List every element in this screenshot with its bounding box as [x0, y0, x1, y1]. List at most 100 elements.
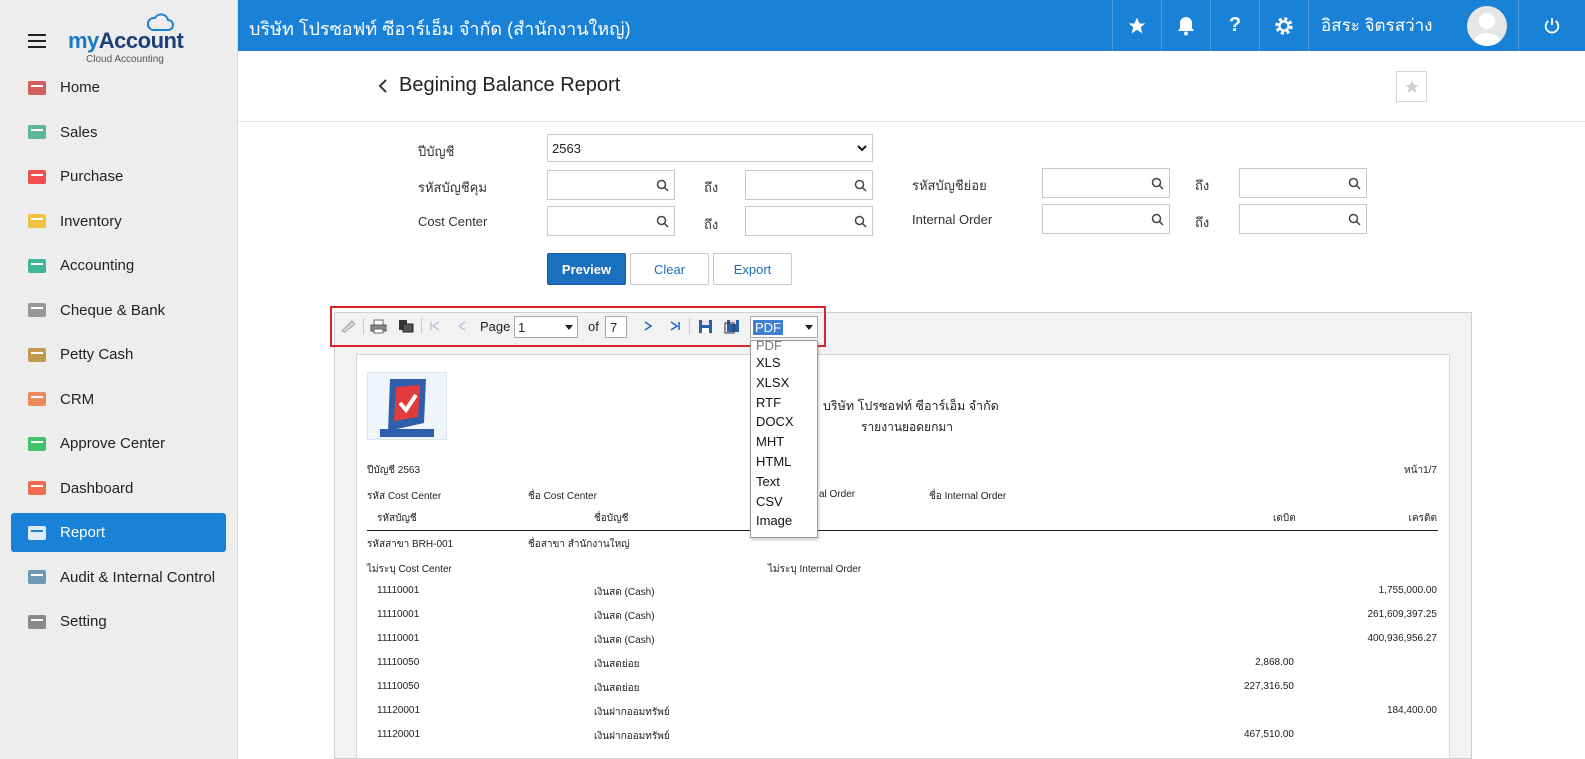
- search-icon: [854, 215, 867, 228]
- sidebar-item-purchase[interactable]: Purchase: [11, 157, 226, 196]
- row-account-code: 11120001: [377, 729, 421, 740]
- row-account-name: เงินสดย่อย: [594, 683, 640, 694]
- logout-button[interactable]: [1518, 0, 1585, 51]
- col-account-code: รหัสบัญชี: [377, 513, 417, 524]
- search-icon: [1151, 177, 1164, 190]
- sidebar-item-sales[interactable]: Sales: [11, 113, 226, 152]
- format-option-mht[interactable]: MHT: [751, 432, 817, 452]
- sidebar-item-label: Approve Center: [60, 435, 166, 452]
- sidebar-item-label: Accounting: [60, 257, 135, 274]
- sidebar-item-dashboard[interactable]: Dashboard: [11, 469, 226, 508]
- box-icon: [25, 210, 49, 232]
- format-option-html[interactable]: HTML: [751, 452, 817, 472]
- row-account-code: 11110050: [377, 681, 420, 692]
- fiscal-year-value: 2563: [552, 141, 581, 156]
- chevron-down-icon: [857, 145, 867, 152]
- sidebar: myAccount Cloud Accounting Home Sales Purc…: [0, 0, 238, 759]
- sidebar-item-label: Petty Cash: [60, 346, 134, 363]
- help-button[interactable]: ?: [1210, 0, 1259, 51]
- col-cc-name: ชื่อ Cost Center: [528, 491, 597, 502]
- report-company: บริษัท โปรซอฟท์ ซีอาร์เอ็ม จำกัด: [823, 399, 999, 413]
- export-format-dropdown: PDF XLS XLSX RTF DOCX MHT HTML Text CSV Image: [750, 339, 818, 538]
- clear-button[interactable]: Clear: [630, 253, 709, 285]
- row-account-name: เงินสด (Cash): [594, 587, 655, 598]
- format-option-xlsx[interactable]: XLSX: [751, 373, 817, 393]
- row-account-code: 11110050: [377, 657, 420, 668]
- fiscal-year-label: ปีบัญชี: [418, 144, 455, 159]
- settings-button[interactable]: [1259, 0, 1308, 51]
- internal-order-to-input[interactable]: [1239, 204, 1367, 234]
- export-button[interactable]: Export: [713, 253, 792, 285]
- search-icon: [656, 215, 669, 228]
- bookmark-button[interactable]: [1396, 71, 1427, 102]
- control-account-from-input[interactable]: [547, 170, 675, 200]
- sidebar-item-crm[interactable]: CRM: [11, 380, 226, 419]
- branch-code: รหัสสาขา BRH-001: [367, 539, 454, 550]
- wallet-icon: [25, 344, 49, 366]
- col-credit: เครดิต: [1408, 513, 1437, 524]
- row-credit: 400,936,956.27: [1367, 633, 1437, 644]
- sub-account-to-input[interactable]: [1239, 168, 1367, 198]
- report-page: บริษัท โปรซอฟท์ ซีอาร์เอ็ม จำกัด รายงานย…: [356, 354, 1450, 759]
- sidebar-item-audit-internal-control[interactable]: Audit & Internal Control: [11, 558, 226, 597]
- format-option-rtf[interactable]: RTF: [751, 393, 817, 413]
- preview-button[interactable]: Preview: [547, 253, 626, 285]
- sidebar-item-setting[interactable]: Setting: [11, 602, 226, 641]
- format-option-docx[interactable]: DOCX: [751, 412, 817, 432]
- format-option-xls[interactable]: XLS: [751, 353, 817, 373]
- cost-center-label: Cost Center: [418, 214, 488, 229]
- sidebar-item-petty-cash[interactable]: Petty Cash: [11, 335, 226, 374]
- sidebar-nav: Home Sales Purchase Inventory Accounting Cheq…: [11, 68, 226, 647]
- notification-button[interactable]: [1161, 0, 1210, 51]
- sub-account-from-input[interactable]: [1042, 168, 1170, 198]
- row-account-code: 11110001: [377, 585, 420, 596]
- control-account-to-input[interactable]: [745, 170, 873, 200]
- brand-name: myAccount: [68, 28, 184, 53]
- sidebar-item-approve-center[interactable]: Approve Center: [11, 424, 226, 463]
- sidebar-item-inventory[interactable]: Inventory: [11, 202, 226, 241]
- row-account-name: เงินฝากออมทรัพย์: [594, 707, 670, 718]
- sub-account-label: รหัสบัญชีย่อย: [912, 178, 987, 193]
- sidebar-item-cheque-bank[interactable]: Cheque & Bank: [11, 291, 226, 330]
- home-icon: [25, 77, 49, 99]
- favorite-button[interactable]: [1112, 0, 1161, 51]
- sidebar-item-label: Audit & Internal Control: [60, 568, 216, 586]
- page-header: Begining Balance Report: [238, 51, 1585, 122]
- menu-icon[interactable]: [28, 34, 46, 48]
- col-account-name: ชื่อบัญชี: [594, 513, 629, 524]
- header-divider: [367, 530, 1438, 531]
- format-option-image[interactable]: Image: [751, 511, 817, 531]
- format-option-pdf[interactable]: PDF: [751, 339, 817, 353]
- format-option-csv[interactable]: CSV: [751, 492, 817, 512]
- back-icon[interactable]: [376, 77, 390, 95]
- search-icon: [1348, 177, 1361, 190]
- sidebar-item-label: Report: [60, 524, 106, 541]
- search-icon: [656, 179, 669, 192]
- power-icon: [1544, 17, 1560, 33]
- top-bar: บริษัท โปรซอฟท์ ซีอาร์เอ็ม จำกัด (สำนักง…: [238, 0, 1585, 51]
- bank-icon: [25, 299, 49, 321]
- branch-name: ชื่อสาขา สำนักงานใหญ่: [528, 539, 630, 550]
- col-io-name: ชื่อ Internal Order: [929, 491, 1007, 502]
- sidebar-item-accounting[interactable]: Accounting: [11, 246, 226, 285]
- col-cc-code: รหัส Cost Center: [367, 491, 442, 502]
- row-account-name: เงินสดย่อย: [594, 659, 640, 670]
- fiscal-year-select[interactable]: 2563: [547, 134, 873, 162]
- no-internal-order: ไม่ระบุ Internal Order: [768, 564, 862, 575]
- control-account-label: รหัสบัญชีคุม: [418, 180, 487, 195]
- internal-order-label: Internal Order: [912, 212, 993, 227]
- no-cost-center: ไม่ระบุ Cost Center: [367, 564, 452, 575]
- internal-order-from-input[interactable]: [1042, 204, 1170, 234]
- cost-center-from-input[interactable]: [547, 206, 675, 236]
- sidebar-item-home[interactable]: Home: [11, 68, 226, 107]
- report-icon: [25, 522, 49, 544]
- sales-icon: [25, 121, 49, 143]
- to-label: ถึง: [704, 217, 719, 232]
- avatar[interactable]: [1467, 6, 1507, 46]
- tools-icon: [25, 611, 49, 633]
- format-option-text[interactable]: Text: [751, 472, 817, 492]
- sidebar-item-report[interactable]: Report: [11, 513, 226, 552]
- to-label: ถึง: [704, 180, 719, 195]
- star-icon: [1404, 79, 1419, 93]
- cost-center-to-input[interactable]: [745, 206, 873, 236]
